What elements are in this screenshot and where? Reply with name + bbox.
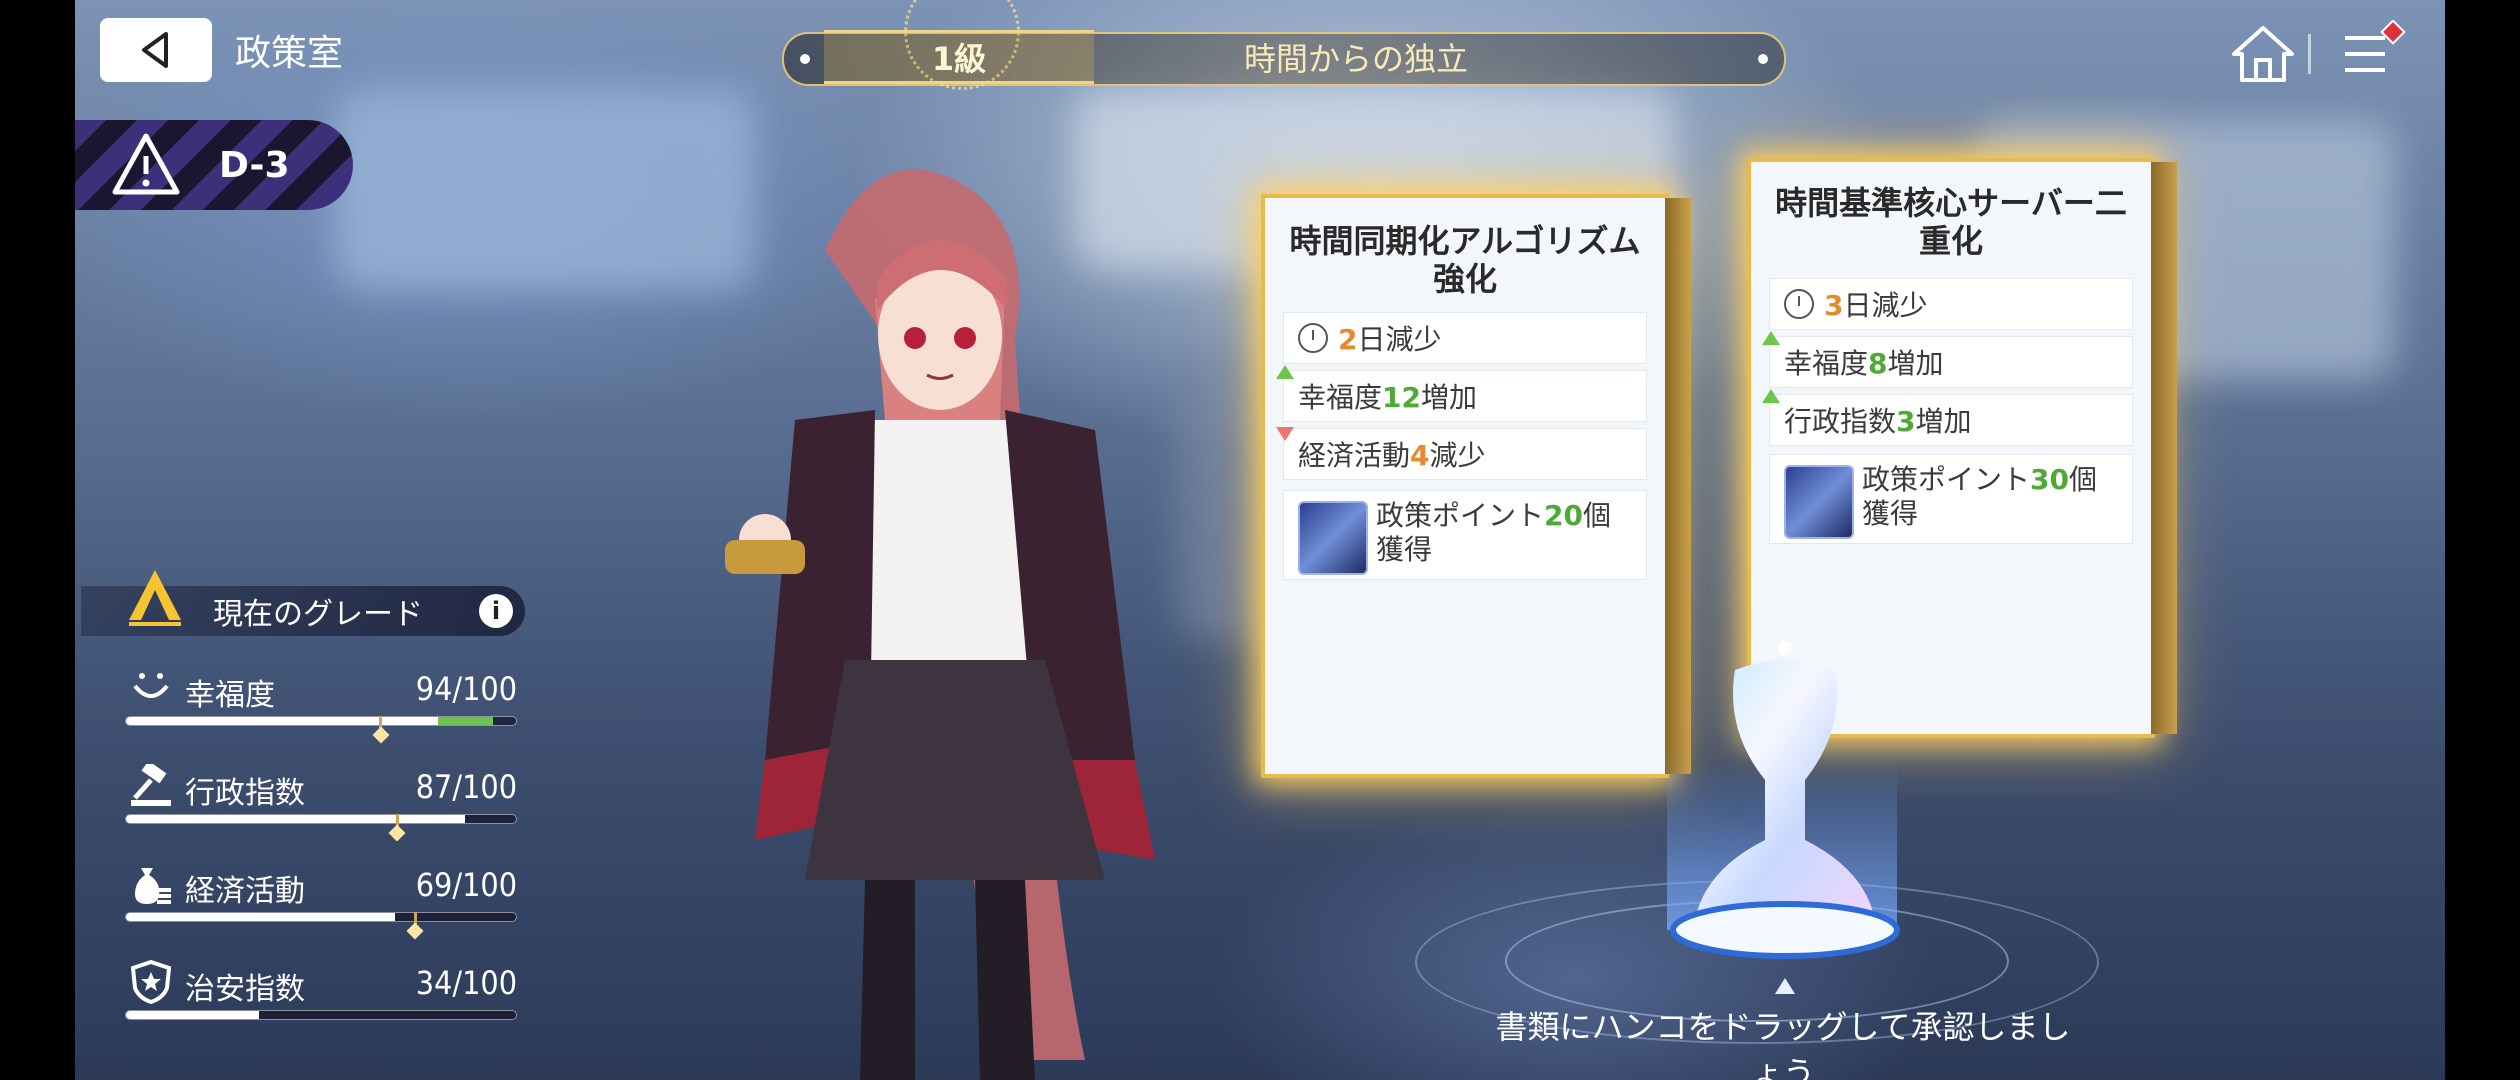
stage-banner: 1級 時間からの独立	[782, 0, 1786, 90]
effect-text: 増加	[1915, 405, 1972, 438]
back-arrow-icon	[142, 32, 168, 68]
effect-number: 2	[1338, 323, 1358, 356]
clock-icon	[1784, 289, 1814, 319]
grade-a-icon	[129, 570, 181, 626]
drag-hint-text: 書類にハンコをドラッグして承認しましょう	[1495, 1008, 2071, 1080]
reward-row: 政策ポイント20個獲得	[1283, 490, 1647, 580]
effect-number: 12	[1382, 381, 1421, 414]
clock-icon	[1298, 323, 1328, 353]
stat-value: 69/100	[415, 866, 517, 904]
stat-value: 87/100	[415, 768, 517, 806]
gavel-icon	[131, 764, 171, 806]
reward-number: 20	[1544, 499, 1583, 532]
effect-text: 日減少	[1843, 289, 1928, 322]
smile-icon	[133, 673, 169, 698]
stat-administration: 行政指数 87/100	[125, 764, 517, 842]
banner-dot	[1758, 54, 1768, 64]
info-icon[interactable]: i	[479, 594, 513, 628]
effect-text: 日減少	[1357, 323, 1442, 356]
menu-icon[interactable]	[2337, 20, 2407, 84]
effect-text: 増加	[1420, 381, 1477, 414]
hanko-stamp[interactable]	[1665, 640, 1905, 970]
difficulty-badge: D-3	[75, 120, 353, 210]
effect-row: 行政指数3増加	[1762, 389, 2133, 446]
stage-name: 時間からの独立	[1244, 40, 1469, 78]
stat-bar-fill	[126, 1011, 259, 1019]
increase-arrow-icon	[1762, 389, 1780, 403]
reward-row: 政策ポイント30個獲得	[1769, 454, 2133, 544]
policy-point-card-icon	[1298, 501, 1368, 575]
effect-row: 幸福度8増加	[1762, 331, 2133, 388]
money-bag-icon	[135, 868, 171, 904]
difficulty-label: D-3	[219, 144, 290, 186]
stat-marker	[388, 824, 406, 842]
home-icon[interactable]	[2228, 22, 2298, 86]
stat-name: 幸福度	[185, 678, 275, 713]
stat-value: 94/100	[415, 670, 517, 708]
increase-arrow-icon	[1276, 365, 1294, 379]
stat-name: 治安指数	[185, 972, 305, 1007]
effect-number: 4	[1410, 439, 1430, 472]
effect-number: 8	[1868, 347, 1888, 380]
effect-row: 幸福度12増加	[1276, 365, 1647, 422]
top-divider	[2308, 34, 2311, 74]
stat-bar	[125, 716, 517, 726]
stat-bar	[125, 814, 517, 824]
stat-bar-fill	[126, 815, 466, 823]
back-button[interactable]	[100, 18, 212, 82]
increase-arrow-icon	[1762, 331, 1780, 345]
stat-marker	[372, 726, 390, 744]
stat-name: 経済活動	[185, 874, 305, 909]
reward-label: 政策ポイント	[1862, 463, 2031, 496]
page-title: 政策室	[235, 33, 344, 74]
policy-point-card-icon	[1784, 465, 1854, 539]
effect-number: 3	[1824, 289, 1844, 322]
reward-number: 30	[2030, 463, 2069, 496]
card-title: 時間基準核心サーバー二重化	[1775, 184, 2127, 260]
policy-card-1[interactable]: 時間同期化アルゴリズム強化 2日減少 幸福度12増加 経済活動4減少 政策ポイン…	[1261, 194, 1691, 778]
effect-label: 幸福度	[1298, 381, 1383, 414]
stat-bar	[125, 912, 517, 922]
effect-label: 幸福度	[1784, 347, 1869, 380]
stat-economy: 経済活動 69/100	[125, 862, 517, 940]
stat-happiness: 幸福度 94/100	[125, 666, 517, 744]
effect-label: 行政指数	[1784, 405, 1897, 438]
banner-dot	[800, 54, 810, 64]
character-illustration	[725, 169, 1155, 1080]
time-effect-row: 2日減少	[1283, 312, 1647, 364]
effect-text: 減少	[1429, 439, 1486, 472]
stat-name: 行政指数	[185, 776, 305, 811]
card-edge	[2151, 162, 2177, 734]
stat-marker	[406, 922, 424, 940]
game-scene: 政策室 1級 時間からの独立 D-3 現在のグレード i 幸福度 94/100 …	[75, 0, 2445, 1080]
effect-row: 経済活動4減少	[1276, 427, 1647, 480]
police-badge-icon	[130, 960, 172, 1004]
stat-bar	[125, 1010, 517, 1020]
card-title: 時間同期化アルゴリズム強化	[1289, 222, 1641, 298]
reward-label: 政策ポイント	[1376, 499, 1545, 532]
warning-icon	[112, 133, 180, 195]
stat-value: 34/100	[415, 964, 517, 1002]
stat-security: 治安指数 34/100	[125, 960, 517, 1030]
stat-bar-fill	[126, 717, 493, 725]
decrease-arrow-icon	[1276, 427, 1294, 441]
drag-up-arrow-icon	[1775, 978, 1795, 994]
time-effect-row: 3日減少	[1769, 278, 2133, 330]
current-grade-label: 現在のグレード	[213, 597, 423, 632]
effect-number: 3	[1896, 405, 1916, 438]
effect-label: 経済活動	[1298, 439, 1411, 472]
stage-grade: 1級	[824, 30, 1094, 84]
stat-bar-fill	[126, 913, 396, 921]
effect-text: 増加	[1887, 347, 1944, 380]
